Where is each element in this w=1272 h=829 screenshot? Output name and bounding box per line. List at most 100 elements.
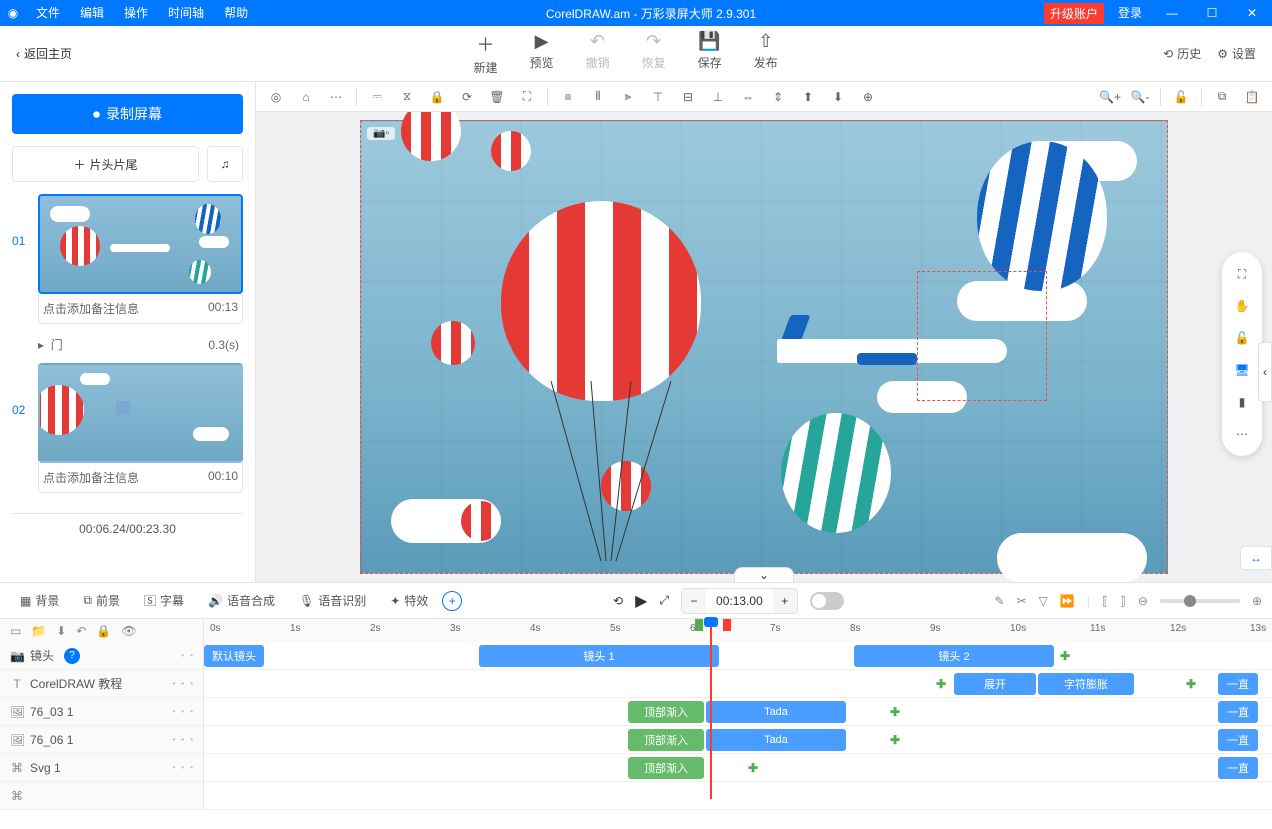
login-button[interactable]: 登录 <box>1108 0 1152 26</box>
in-point-icon[interactable]: ⟦ <box>1102 594 1108 608</box>
folder-icon[interactable]: 📁 <box>31 624 46 638</box>
toolbar-settings[interactable]: ⚙设置 <box>1217 45 1256 62</box>
clip-tail[interactable]: 一直 <box>1218 757 1258 779</box>
head-tail-button[interactable]: ＋片头片尾 <box>12 146 199 182</box>
rewind-icon[interactable]: ⟲ <box>613 594 623 608</box>
window-maximize[interactable]: ☐ <box>1192 0 1232 26</box>
track-head[interactable]: 🖼 76_06 1 ••• <box>0 726 204 753</box>
menu-timeline[interactable]: 时间轴 <box>158 0 214 26</box>
toolbar-preview[interactable]: ▶预览 <box>530 31 554 76</box>
tab-effects[interactable]: ✦特效 <box>380 588 438 613</box>
scene-item-2[interactable]: 02 点击添加备注信息00:10 <box>12 363 243 493</box>
snap-toggle[interactable] <box>810 592 844 610</box>
clip-camera-2[interactable]: 镜头 2 <box>854 645 1054 667</box>
track-head[interactable]: T CorelDRAW 教程 ••• <box>0 670 204 697</box>
speed-icon[interactable]: ⏩ <box>1060 594 1075 608</box>
align-right-icon[interactable]: ⫸ <box>614 85 642 109</box>
toolbar-publish[interactable]: ⇧发布 <box>754 31 778 76</box>
menu-help[interactable]: 帮助 <box>214 0 258 26</box>
selection-rect[interactable] <box>917 271 1047 401</box>
back-home-button[interactable]: ‹ 返回主页 <box>0 45 88 62</box>
zoom-timeline-in[interactable]: ⊕ <box>1252 594 1262 608</box>
clip-expand[interactable]: 展开 <box>954 673 1036 695</box>
layer-down-icon[interactable]: ⬇ <box>824 85 852 109</box>
timecode-value[interactable]: 00:13.00 <box>706 594 773 608</box>
align-center-h-icon[interactable]: ⫴ <box>584 85 612 109</box>
clip-char-inflate[interactable]: 字符膨胀 <box>1038 673 1134 695</box>
music-button[interactable]: ♫ <box>207 146 243 182</box>
monitor-icon[interactable]: 🖥 <box>1232 360 1252 380</box>
zoom-timeline-out[interactable]: ⊖ <box>1138 594 1148 608</box>
clip-tail[interactable]: 一直 <box>1218 701 1258 723</box>
more-icon[interactable]: ⋯ <box>322 85 350 109</box>
add-clip-button[interactable]: ✚ <box>1056 647 1074 665</box>
clip-top-fade-in[interactable]: 顶部渐入 <box>628 757 704 779</box>
zoom-slider[interactable] <box>1160 599 1240 603</box>
add-tab-button[interactable]: + <box>442 591 462 611</box>
window-close[interactable]: ✕ <box>1232 0 1272 26</box>
timecode-dec[interactable]: − <box>682 589 706 613</box>
marker-green[interactable] <box>695 619 703 631</box>
align-left-icon[interactable]: ≡ <box>554 85 582 109</box>
clip-tada[interactable]: Tada <box>706 701 846 723</box>
timecode-inc[interactable]: + <box>773 589 797 613</box>
clip-top-fade-in[interactable]: 顶部渐入 <box>628 701 704 723</box>
center-icon[interactable]: ⊕ <box>854 85 882 109</box>
collapse-tracks-icon[interactable]: ▭ <box>10 624 21 638</box>
undo-track-icon[interactable]: ↶ <box>76 624 86 638</box>
zoom-in-icon[interactable]: 🔍+ <box>1096 85 1124 109</box>
clip-camera-1[interactable]: 镜头 1 <box>479 645 719 667</box>
edit-icon[interactable]: ✎ <box>995 594 1005 608</box>
clip-tada[interactable]: Tada <box>706 729 846 751</box>
add-clip-button[interactable]: ✚ <box>744 759 762 777</box>
help-icon[interactable]: ? <box>64 648 80 664</box>
align-top-icon[interactable]: ⊤ <box>644 85 672 109</box>
copy-icon[interactable]: ⧉ <box>1208 85 1236 109</box>
expand-icon[interactable]: ⤢ <box>659 593 669 608</box>
scene-thumbnail[interactable] <box>38 363 243 463</box>
menu-action[interactable]: 操作 <box>114 0 158 26</box>
clip-tail[interactable]: 一直 <box>1218 729 1258 751</box>
anchor-icon[interactable]: ⎓ <box>363 85 391 109</box>
fullscreen-icon[interactable]: ⛶ <box>1232 264 1252 284</box>
tab-tts[interactable]: 🔊语音合成 <box>198 588 285 613</box>
side-toggle-button[interactable]: ↔ <box>1240 546 1272 570</box>
lock-tracks-icon[interactable]: 🔒 <box>96 624 111 638</box>
menu-file[interactable]: 文件 <box>26 0 70 26</box>
add-clip-button[interactable]: ✚ <box>1182 675 1200 693</box>
marker-red[interactable] <box>723 619 731 631</box>
canvas[interactable]: 📷▫ <box>360 120 1168 574</box>
transition-row[interactable]: ▸ 门 0.3(s) <box>12 332 243 363</box>
track-head[interactable]: ⌘ Svg 1 ••• <box>0 754 204 781</box>
upgrade-badge[interactable]: 升级账户 <box>1044 3 1104 24</box>
scene-thumbnail[interactable] <box>38 194 243 294</box>
tab-asr[interactable]: 🎙语音识别 <box>289 588 376 613</box>
playhead[interactable] <box>710 619 712 799</box>
eye-icon[interactable]: 👁 <box>121 624 136 638</box>
tab-subtitle[interactable]: 🅂字幕 <box>134 588 194 613</box>
toolbar-redo[interactable]: ↷恢复 <box>642 31 666 76</box>
record-screen-button[interactable]: ⏺ 录制屏幕 <box>12 94 243 134</box>
dist-h-icon[interactable]: ⇔ <box>734 85 762 109</box>
layer-up-icon[interactable]: ⬆ <box>794 85 822 109</box>
crop-icon[interactable]: ⛶ <box>513 85 541 109</box>
tab-foreground[interactable]: ⧉前景 <box>73 588 130 613</box>
timer-icon[interactable]: ⧖ <box>393 85 421 109</box>
add-clip-button[interactable]: ✚ <box>932 675 950 693</box>
track-head[interactable]: 📷 镜头 ? •• <box>0 642 204 669</box>
lock-icon[interactable]: 🔒 <box>423 85 451 109</box>
timeline-ruler[interactable]: 0s 1s 2s 3s 4s 5s 6s 7s 8s 9s 10s 11s 12… <box>204 619 1272 642</box>
track-head[interactable]: ⌘ <box>0 782 204 809</box>
toolbar-new[interactable]: ＋新建 <box>474 31 498 76</box>
add-clip-button[interactable]: ✚ <box>886 731 904 749</box>
device-icon[interactable]: ▮ <box>1232 392 1252 412</box>
lock-open-icon[interactable]: 🔓 <box>1232 328 1252 348</box>
home-icon[interactable]: ⌂ <box>292 85 320 109</box>
refresh-icon[interactable]: ⟳ <box>453 85 481 109</box>
align-bottom-icon[interactable]: ⊥ <box>704 85 732 109</box>
out-point-icon[interactable]: ⟧ <box>1120 594 1126 608</box>
play-button[interactable]: ▶ <box>635 591 647 611</box>
toolbar-history[interactable]: ⟲历史 <box>1163 45 1201 62</box>
align-middle-icon[interactable]: ⊟ <box>674 85 702 109</box>
side-expand-button[interactable]: ‹ <box>1258 342 1272 402</box>
